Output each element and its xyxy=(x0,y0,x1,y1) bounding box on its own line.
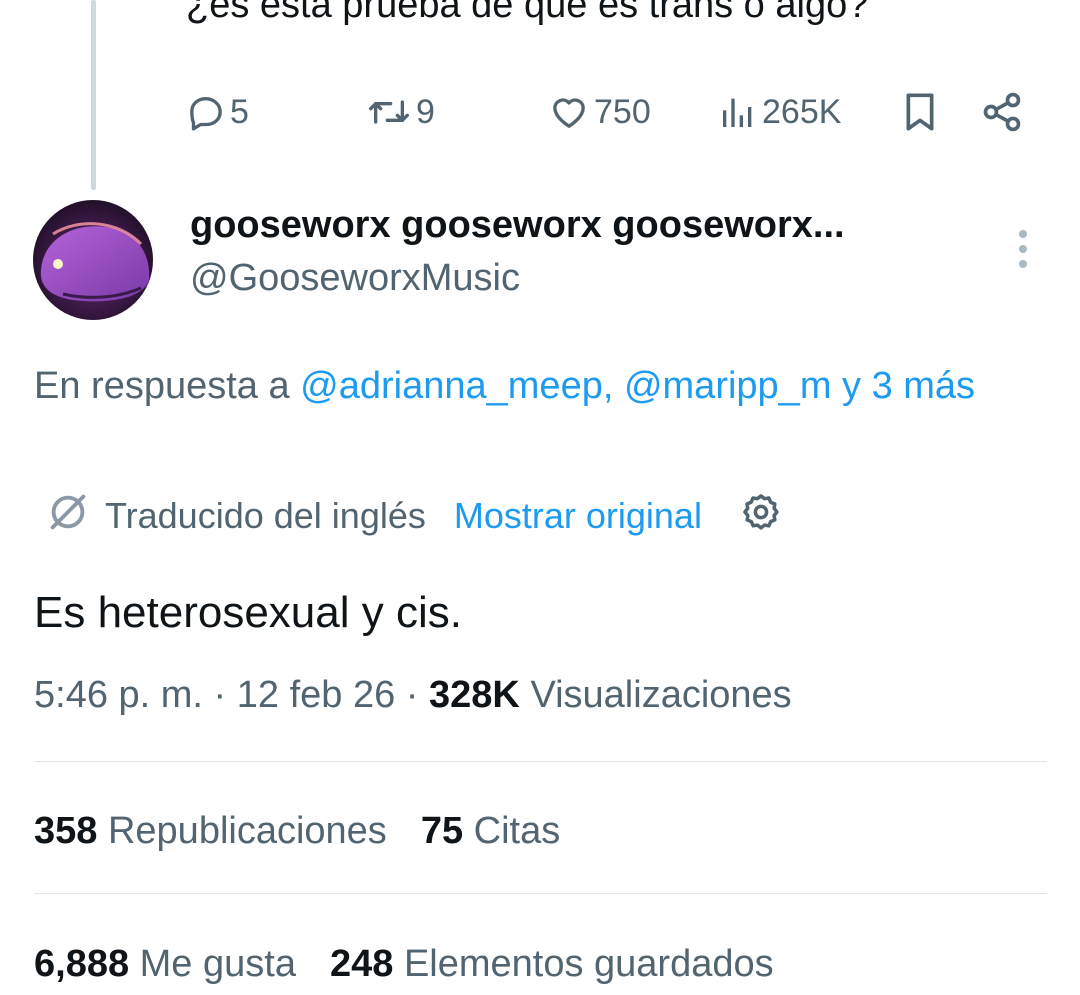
previous-tweet-text: ¿es esta prueba de que es trans o algo? xyxy=(186,0,869,26)
translate-icon xyxy=(45,489,91,544)
settings-gear-icon xyxy=(740,493,782,541)
quotes-total: 75 xyxy=(420,810,464,852)
views-icon xyxy=(718,92,758,132)
user-handle[interactable]: @GooseworxMusic xyxy=(190,257,520,300)
engagement-row-likes: 6,888 Me gusta 248 Elementos guardados xyxy=(34,943,774,986)
reply-prefix: En respuesta a xyxy=(34,365,301,407)
share-button[interactable] xyxy=(980,88,1024,136)
reply-button[interactable]: 5 xyxy=(186,88,249,136)
bookmarks-total: 248 xyxy=(329,943,394,985)
tweet-metadata: 5:46 p. m. · 12 feb 26 · 328K Visualizac… xyxy=(34,674,792,716)
reply-icon xyxy=(186,92,226,132)
quotes-stat[interactable]: 75 Citas xyxy=(421,810,560,852)
likes-label: Me gusta xyxy=(139,943,296,985)
reposts-stat[interactable]: 358 Republicaciones xyxy=(34,810,387,852)
bookmarks-label: Elementos guardados xyxy=(403,943,774,985)
thread-connector-line xyxy=(91,0,96,190)
display-name[interactable]: gooseworx gooseworx gooseworx... xyxy=(190,204,845,247)
reply-count: 5 xyxy=(230,92,249,131)
translation-bar: Traducido del inglés Mostrar original xyxy=(45,490,782,542)
like-icon xyxy=(548,92,590,132)
repost-icon xyxy=(366,92,412,132)
show-original-link[interactable]: Mostrar original xyxy=(454,495,702,537)
likes-stat[interactable]: 6,888 Me gusta xyxy=(34,943,296,985)
views-count: 265K xyxy=(762,92,842,131)
tweet-text: Es heterosexual y cis. xyxy=(34,588,462,637)
bookmark-icon xyxy=(900,90,940,134)
reposts-label: Republicaciones xyxy=(107,810,387,852)
engagement-row-reposts: 358 Republicaciones 75 Citas xyxy=(34,810,560,853)
more-options-button[interactable] xyxy=(1008,226,1038,272)
reply-context: En respuesta a @adrianna_meep, @maripp_m… xyxy=(34,356,1049,416)
divider xyxy=(34,761,1047,762)
more-options-icon xyxy=(1008,230,1038,276)
reply-mentions-link[interactable]: @adrianna_meep, @maripp_m y 3 más xyxy=(300,365,975,407)
share-icon xyxy=(980,90,1024,134)
likes-total: 6,888 xyxy=(34,943,130,985)
bookmarks-stat[interactable]: 248 Elementos guardados xyxy=(330,943,774,985)
avatar[interactable] xyxy=(33,200,153,320)
views-label: Visualizaciones xyxy=(530,674,792,716)
like-button[interactable]: 750 xyxy=(548,88,651,136)
repost-button[interactable]: 9 xyxy=(366,88,435,136)
bookmark-button[interactable] xyxy=(900,88,940,136)
translated-label: Traducido del inglés xyxy=(105,495,426,536)
repost-count: 9 xyxy=(416,92,435,131)
translation-settings-button[interactable] xyxy=(740,491,782,542)
like-count: 750 xyxy=(594,92,651,131)
views-button[interactable]: 265K xyxy=(718,88,841,136)
quotes-label: Citas xyxy=(473,810,561,852)
divider xyxy=(34,893,1047,894)
reposts-total: 358 xyxy=(34,810,98,852)
views-total: 328K xyxy=(429,674,520,716)
tweet-time[interactable]: 5:46 p. m. xyxy=(34,674,203,716)
tweet-date[interactable]: 12 feb 26 xyxy=(237,674,395,716)
